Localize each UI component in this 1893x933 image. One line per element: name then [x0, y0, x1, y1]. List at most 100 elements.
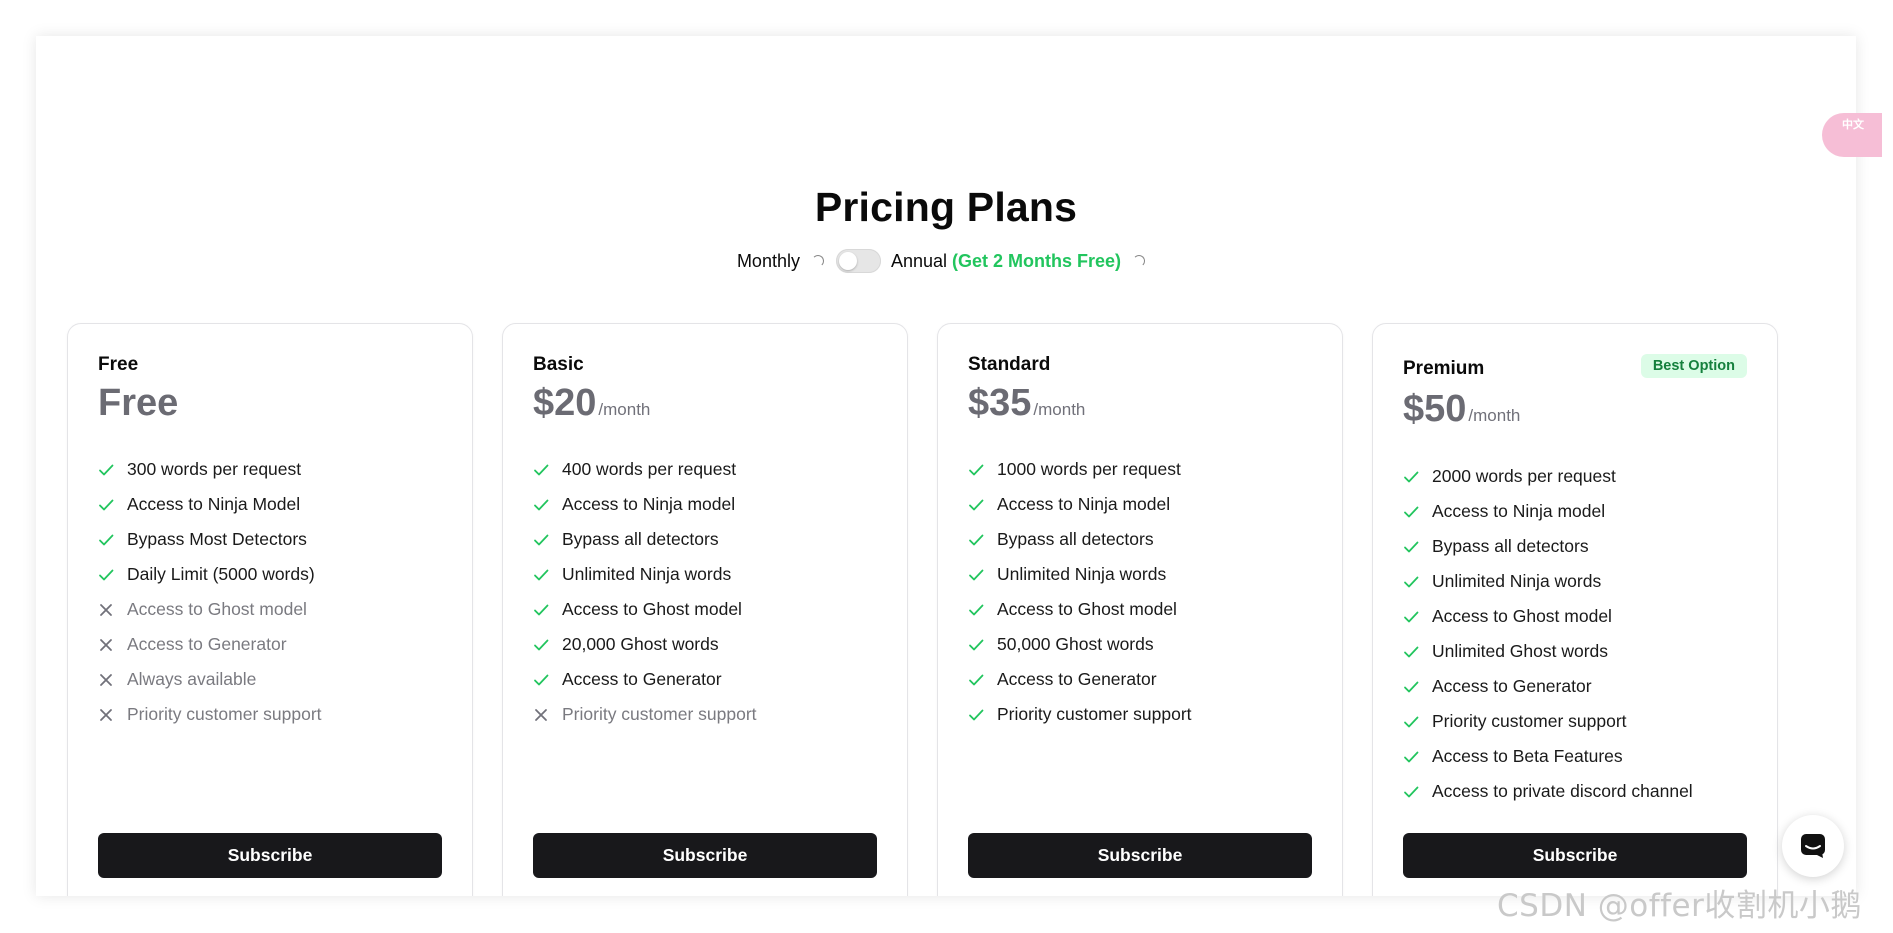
feature-item: Access to Ghost model — [1403, 599, 1757, 634]
billing-period-switch[interactable] — [835, 249, 881, 273]
feature-text: 300 words per request — [127, 459, 302, 479]
feature-item: 2000 words per request — [1403, 459, 1757, 494]
feature-text: Unlimited Ninja words — [1432, 571, 1602, 591]
feature-text: Access to Generator — [997, 669, 1157, 689]
price-amount: $50 — [1403, 388, 1467, 430]
chat-launcher-button[interactable] — [1782, 815, 1844, 877]
feature-text: Access to Ghost model — [127, 599, 307, 619]
price-amount: $20 — [533, 382, 597, 424]
cross-icon — [100, 638, 112, 651]
check-icon — [969, 569, 984, 580]
feature-text: Access to private discord channel — [1432, 781, 1693, 801]
check-icon — [969, 499, 984, 510]
feature-item: Access to Ghost model — [533, 592, 887, 627]
chat-icon — [1801, 834, 1825, 858]
billing-toggle-row: Monthly Annual (Get 2 Months Free) — [36, 246, 1856, 276]
feature-text: Priority customer support — [127, 704, 322, 724]
check-icon — [1404, 716, 1419, 727]
check-icon — [534, 639, 549, 650]
feature-item: Priority customer support — [968, 697, 1322, 732]
feature-text: Access to Generator — [1432, 676, 1592, 696]
plan-name: Free — [98, 354, 139, 375]
feature-item: 20,000 Ghost words — [533, 627, 887, 662]
check-icon — [969, 709, 984, 720]
watermark-text: CSDN @offer收割机小鹅 — [1497, 888, 1862, 924]
subscribe-button[interactable]: Subscribe — [533, 833, 877, 878]
cross-icon — [100, 708, 112, 721]
plan-name: Basic — [533, 354, 584, 375]
feature-text: Unlimited Ninja words — [997, 564, 1167, 584]
feature-list: 400 words per request Access to Ninja mod… — [533, 452, 887, 732]
check-icon — [534, 674, 549, 685]
check-icon — [99, 534, 114, 545]
feature-item: Bypass all detectors — [968, 522, 1322, 557]
subscribe-button[interactable]: Subscribe — [1403, 833, 1747, 878]
feature-item: Daily Limit (5000 words) — [98, 557, 452, 592]
feature-text: Bypass all detectors — [997, 529, 1154, 549]
price-amount: Free — [98, 382, 179, 424]
feature-text: Access to Ghost model — [562, 599, 742, 619]
feature-text: Unlimited Ninja words — [562, 564, 732, 584]
check-icon — [534, 499, 549, 510]
plan-card-standard: Standard $35/month 1000 words per reques… — [937, 323, 1343, 896]
feature-item: Always available — [98, 662, 452, 697]
feature-list: 2000 words per request Access to Ninja mo… — [1403, 459, 1757, 809]
check-icon — [1404, 681, 1419, 692]
check-icon — [969, 674, 984, 685]
feature-text: Access to Ghost model — [997, 599, 1177, 619]
feature-list: 1000 words per request Access to Ninja mo… — [968, 452, 1322, 732]
feature-item: 300 words per request — [98, 452, 452, 487]
subscribe-button[interactable]: Subscribe — [968, 833, 1312, 878]
translate-side-tab[interactable]: 中文 — [1822, 113, 1882, 157]
feature-item: Access to Ninja model — [533, 487, 887, 522]
feature-text: Bypass all detectors — [1432, 536, 1589, 556]
monthly-label[interactable]: Monthly — [737, 251, 800, 272]
check-icon — [969, 639, 984, 650]
feature-item: Priority customer support — [1403, 704, 1757, 739]
feature-item: Access to Ghost model — [968, 592, 1322, 627]
check-icon — [969, 604, 984, 615]
check-icon — [534, 464, 549, 475]
price-period: /month — [1033, 400, 1086, 419]
feature-text: Unlimited Ghost words — [1432, 641, 1609, 661]
feature-item: Bypass all detectors — [1403, 529, 1757, 564]
loading-spinner-icon — [1133, 255, 1146, 267]
check-icon — [1404, 541, 1419, 552]
check-icon — [1404, 506, 1419, 517]
feature-text: 400 words per request — [562, 459, 737, 479]
feature-item: Access to Ninja model — [968, 487, 1322, 522]
feature-item: Bypass all detectors — [533, 522, 887, 557]
feature-text: Priority customer support — [1432, 711, 1627, 731]
feature-item: Access to Ninja Model — [98, 487, 452, 522]
feature-text: 2000 words per request — [1432, 466, 1616, 486]
price-period: /month — [598, 400, 651, 419]
subscribe-button[interactable]: Subscribe — [98, 833, 442, 878]
feature-text: Access to Ninja model — [562, 494, 736, 514]
plan-card-premium: Premium Best Option $50/month 2000 words… — [1372, 323, 1778, 896]
feature-item: Access to Ninja model — [1403, 494, 1757, 529]
check-icon — [534, 534, 549, 545]
switch-knob — [838, 252, 857, 270]
plan-name: Standard — [968, 354, 1051, 375]
feature-item: Access to Beta Features — [1403, 739, 1757, 774]
feature-text: Priority customer support — [997, 704, 1192, 724]
feature-text: 1000 words per request — [997, 459, 1181, 479]
annual-label[interactable]: Annual — [891, 251, 947, 272]
feature-text: Access to Ghost model — [1432, 606, 1612, 626]
feature-text: Bypass all detectors — [562, 529, 719, 549]
plan-price: $50/month — [1403, 388, 1520, 431]
feature-item: Access to Ghost model — [98, 592, 452, 627]
check-icon — [99, 569, 114, 580]
feature-item: Unlimited Ninja words — [1403, 564, 1757, 599]
feature-text: 20,000 Ghost words — [562, 634, 719, 654]
check-icon — [99, 464, 114, 475]
plan-price: $35/month — [968, 382, 1085, 425]
feature-item: Access to Generator — [1403, 669, 1757, 704]
feature-list: 300 words per request Access to Ninja Mod… — [98, 452, 452, 732]
feature-item: Unlimited Ghost words — [1403, 634, 1757, 669]
feature-item: Access to Generator — [98, 627, 452, 662]
check-icon — [969, 534, 984, 545]
check-icon — [534, 569, 549, 580]
check-icon — [1404, 751, 1419, 762]
price-period: /month — [1468, 406, 1521, 425]
